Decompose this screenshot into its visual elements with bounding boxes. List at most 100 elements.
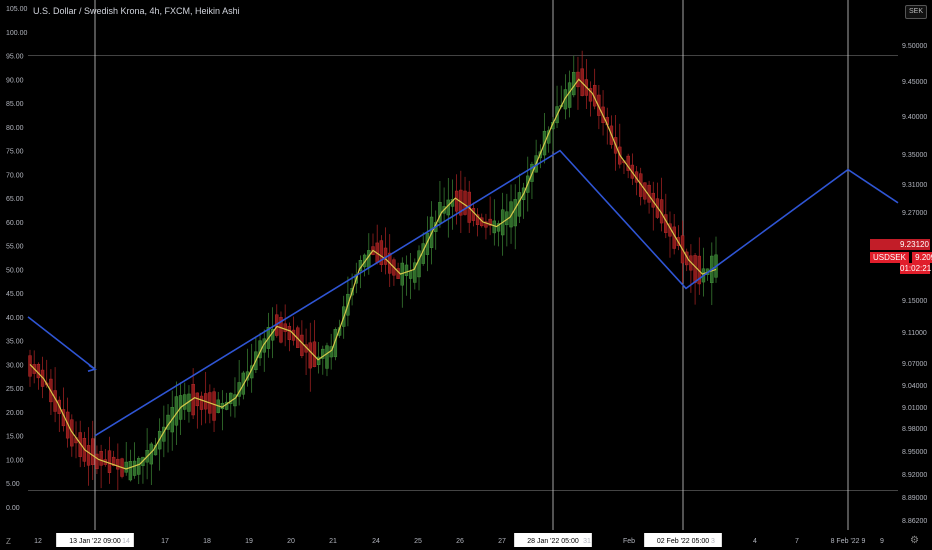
candle-body — [128, 461, 133, 481]
timezone-icon[interactable]: Z — [6, 537, 11, 546]
left-axis-tick: 65.00 — [6, 196, 24, 203]
candle-body — [454, 190, 459, 212]
left-axis-tick: 75.00 — [6, 149, 24, 156]
right-axis-tick: 9.45000 — [902, 79, 927, 86]
x-axis-tick: 27 — [498, 538, 506, 545]
candle-body — [446, 199, 450, 216]
candle-body — [471, 208, 476, 221]
right-axis-tick: 9.04000 — [902, 383, 927, 390]
candle-body — [99, 451, 103, 466]
right-axis-tick: 9.07000 — [902, 361, 927, 368]
right-axis-tick: 8.95000 — [902, 449, 927, 456]
candle-body — [91, 438, 95, 465]
right-axis-tick: 8.86200 — [902, 518, 927, 525]
candle-body — [325, 345, 329, 369]
candle-body — [199, 395, 204, 410]
x-axis-tick: 7 — [795, 538, 799, 545]
x-axis-tick: 31 — [583, 538, 591, 545]
candle-body — [492, 220, 497, 234]
x-axis-tick: 26 — [456, 538, 464, 545]
candle-body — [517, 192, 522, 217]
left-axis-tick: 25.00 — [6, 386, 24, 393]
left-axis-tick: 60.00 — [6, 220, 24, 227]
left-axis-tick: 90.00 — [6, 77, 24, 84]
x-axis-tick: 25 — [414, 538, 422, 545]
countdown-tag: 01:02:21 — [900, 263, 932, 274]
gear-icon[interactable]: ⚙ — [910, 535, 919, 546]
left-axis-tick: 55.00 — [6, 244, 24, 251]
left-axis-tick: 0.00 — [6, 505, 20, 512]
x-axis-tick: 17 — [161, 538, 169, 545]
candle-body — [404, 264, 409, 276]
candle-body — [95, 453, 99, 470]
left-axis-tick: 5.00 — [6, 481, 20, 488]
last-price-value: 9.20913 — [912, 252, 932, 263]
candle-body — [107, 450, 112, 473]
left-axis-tick: 95.00 — [6, 54, 24, 61]
candle-body — [300, 334, 304, 356]
ma-line-layer — [29, 78, 717, 470]
x-axis-tick: 14 — [122, 538, 130, 545]
left-axis-tick: 30.00 — [6, 362, 24, 369]
candle-body — [116, 458, 120, 470]
candle-body — [417, 250, 421, 278]
candle-body — [664, 214, 668, 233]
x-axis-tick: 9 — [880, 538, 884, 545]
x-axis-tick: 19 — [245, 538, 253, 545]
candles — [28, 50, 718, 490]
x-axis-tick: 3 — [711, 538, 715, 545]
left-axis-tick: 15.00 — [6, 434, 24, 441]
candle-body — [408, 270, 413, 279]
right-axis-tick: 9.01000 — [902, 405, 927, 412]
candle-body — [86, 445, 91, 466]
left-axis-tick: 10.00 — [6, 457, 24, 464]
price-chart[interactable]: 105.00100.0095.0090.0085.0080.0075.0070.… — [0, 0, 932, 550]
left-axis-tick: 40.00 — [6, 315, 24, 322]
candle-body — [513, 199, 517, 227]
left-axis-tick: 45.00 — [6, 291, 24, 298]
left-axis-tick: 85.00 — [6, 101, 24, 108]
zigzag-arrowhead — [87, 364, 97, 372]
right-axis-tick: 9.15000 — [902, 298, 927, 305]
x-axis-tick: 8 Feb '22 9 — [831, 538, 866, 545]
right-axis-tick: 9.31000 — [902, 182, 927, 189]
x-axis-tick: 28 Jan '22 05:00 — [527, 538, 579, 545]
candle-body — [572, 72, 576, 96]
left-axis-tick: 20.00 — [6, 410, 24, 417]
right-axis-tick: 8.89000 — [902, 495, 927, 502]
left-axis-tick: 50.00 — [6, 267, 24, 274]
candle-body — [283, 323, 287, 332]
x-axis-tick: 21 — [329, 538, 337, 545]
candle-body — [367, 250, 371, 268]
right-axis-tick: 9.11000 — [902, 330, 927, 337]
candle-body — [36, 363, 41, 379]
candle-body — [308, 342, 312, 369]
x-axis-tick: Feb — [623, 538, 635, 545]
right-axis-tick: 9.35000 — [902, 152, 927, 159]
x-axis-tick: 02 Feb '22 05:00 — [657, 538, 709, 545]
x-axis-tick: 13 Jan '22 09:00 — [69, 538, 121, 545]
x-axis-tick: 12 — [34, 538, 42, 545]
candle-body — [693, 255, 697, 283]
zigzag-arrow-line — [27, 316, 96, 370]
x-axis-tick: 18 — [203, 538, 211, 545]
right-axis-tick: 9.27000 — [902, 210, 927, 217]
candle-body — [124, 461, 128, 473]
candle-body — [132, 460, 137, 476]
left-axis-tick: 35.00 — [6, 339, 24, 346]
x-axis-tick: 20 — [287, 538, 295, 545]
x-axis-tick: 24 — [372, 538, 380, 545]
candle-body — [212, 391, 216, 421]
candle-body — [287, 326, 292, 340]
candle-body — [137, 458, 141, 475]
upper-price-tag: 9.23120 — [870, 239, 930, 250]
x-axis-tick: 4 — [753, 538, 757, 545]
right-axis-tick: 9.50000 — [902, 43, 927, 50]
last-price-tag: USDSEK 9.20913 — [870, 252, 932, 263]
left-axis-tick: 80.00 — [6, 125, 24, 132]
right-axis-tick: 9.40000 — [902, 114, 927, 121]
candle-body — [183, 394, 187, 410]
candle-body — [463, 190, 467, 215]
ma-line — [29, 78, 717, 470]
left-axis-tick: 70.00 — [6, 172, 24, 179]
